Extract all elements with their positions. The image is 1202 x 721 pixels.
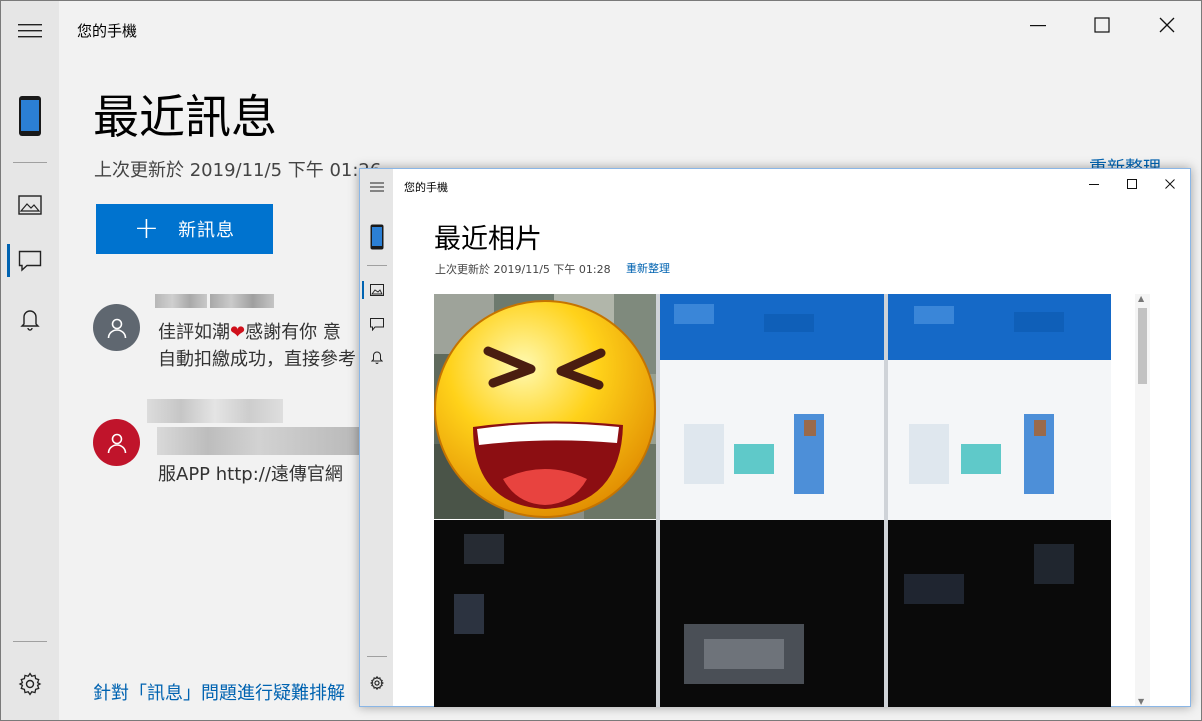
- phone-nav-item[interactable]: [1, 93, 59, 139]
- rail-divider: [13, 641, 47, 642]
- redacted-sender-name: [147, 399, 283, 423]
- maximize-icon: [1094, 17, 1110, 33]
- notifications-nav-item[interactable]: [360, 348, 393, 366]
- settings-icon: [369, 676, 384, 690]
- heart-emoji: ❤: [230, 322, 246, 343]
- person-icon: [107, 318, 126, 338]
- messages-icon: [369, 317, 384, 331]
- settings-nav-item[interactable]: [1, 669, 59, 699]
- minimize-button[interactable]: [1081, 173, 1107, 195]
- plus-icon: +: [133, 211, 161, 246]
- hamburger-icon: [18, 24, 42, 38]
- rail-divider: [367, 656, 387, 657]
- new-message-button[interactable]: + 新訊息: [96, 204, 273, 254]
- close-icon: [1165, 179, 1175, 189]
- person-icon: [107, 433, 126, 453]
- message-preview-line: 自動扣繳成功，直接參考: [158, 349, 356, 370]
- redacted-sender-name: [210, 294, 274, 308]
- message-preview-line: 服APP http://遠傳官網: [158, 464, 343, 485]
- notifications-icon: [370, 351, 383, 364]
- page-title: 最近相片: [434, 224, 542, 255]
- photos-icon: [369, 284, 384, 296]
- minimize-button[interactable]: [1015, 9, 1061, 41]
- notifications-icon: [20, 309, 40, 331]
- scrollbar[interactable]: ▲ ▼: [1135, 294, 1150, 706]
- phone-icon: [19, 96, 41, 136]
- close-button[interactable]: [1144, 9, 1190, 41]
- phone-icon: [370, 224, 383, 250]
- messages-nav-item[interactable]: [360, 315, 393, 333]
- new-message-label: 新訊息: [178, 220, 236, 241]
- phone-nav-item[interactable]: [360, 223, 393, 251]
- avatar: [93, 419, 140, 466]
- hamburger-menu-button[interactable]: [1, 13, 59, 49]
- minimize-icon: [1030, 25, 1046, 27]
- page-title: 最近訊息: [93, 90, 277, 144]
- redacted-message-text: [157, 427, 360, 455]
- settings-icon: [18, 672, 42, 696]
- photos-nav-item[interactable]: [1, 189, 59, 221]
- hamburger-menu-button[interactable]: [360, 177, 393, 197]
- rail-divider: [13, 162, 47, 163]
- maximize-button[interactable]: [1079, 9, 1125, 41]
- minimize-icon: [1089, 184, 1099, 185]
- photos-icon: [18, 195, 42, 215]
- last-updated-text: 上次更新於 2019/11/5 下午 01:26: [94, 160, 382, 181]
- messages-icon: [18, 250, 42, 272]
- hamburger-icon: [369, 182, 384, 192]
- window-title: 您的手機: [404, 181, 448, 194]
- troubleshoot-link[interactable]: 針對「訊息」問題進行疑難排解: [93, 679, 345, 705]
- message-preview-line: 佳評如潮❤感謝有你 意: [158, 322, 341, 343]
- maximize-icon: [1127, 179, 1137, 189]
- close-button[interactable]: [1157, 173, 1183, 195]
- scroll-down-icon[interactable]: ▼: [1138, 697, 1144, 706]
- photos-nav-item[interactable]: [360, 281, 393, 299]
- settings-nav-item[interactable]: [360, 673, 393, 693]
- scrollbar-thumb[interactable]: [1138, 308, 1147, 384]
- scroll-up-icon[interactable]: ▲: [1138, 294, 1144, 303]
- refresh-link[interactable]: 重新整理: [626, 260, 670, 276]
- window-title: 您的手機: [77, 22, 138, 40]
- last-updated-text: 上次更新於 2019/11/5 下午 01:28: [435, 263, 611, 276]
- rail-divider: [367, 265, 387, 266]
- redacted-sender-name: [155, 294, 207, 308]
- laughing-emoji: [434, 300, 656, 518]
- maximize-button[interactable]: [1119, 173, 1145, 195]
- avatar: [93, 304, 140, 351]
- messages-nav-item[interactable]: [1, 244, 59, 277]
- close-icon: [1159, 17, 1175, 33]
- notifications-nav-item[interactable]: [1, 303, 59, 336]
